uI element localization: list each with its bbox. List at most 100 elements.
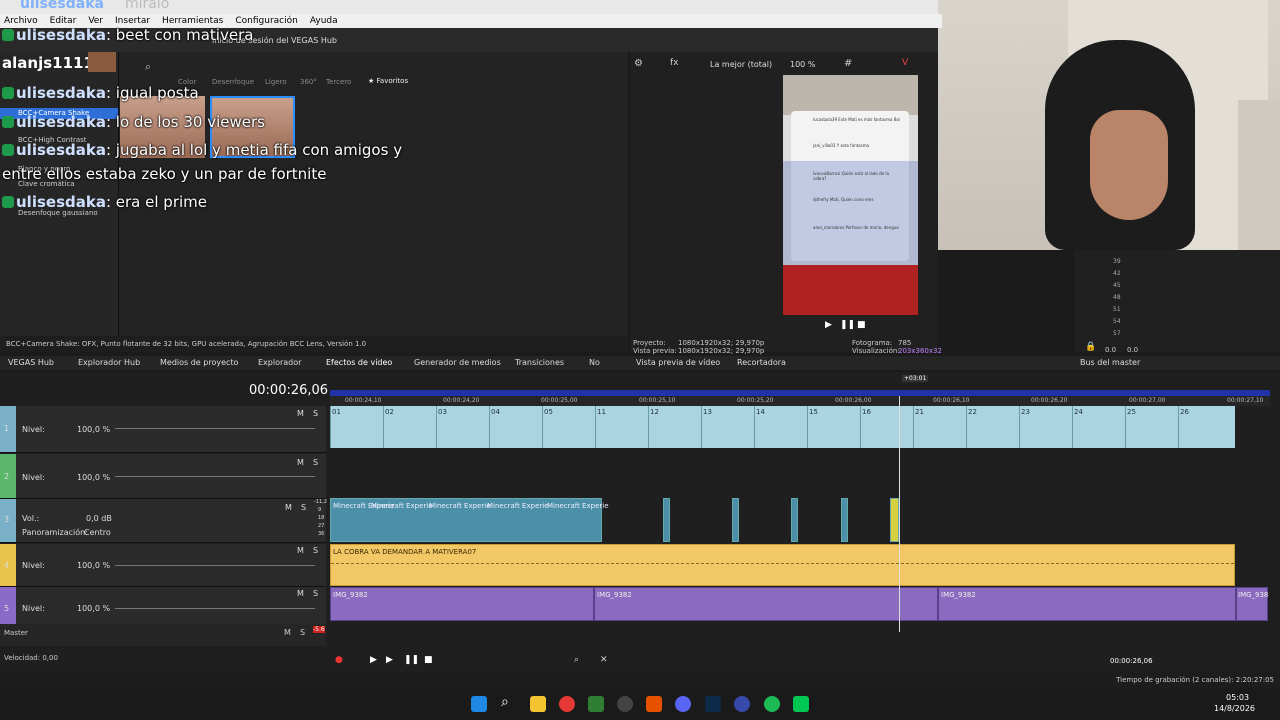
windows-start-icon[interactable]	[471, 696, 487, 712]
audio-clip-small[interactable]	[663, 498, 670, 542]
video-clip-img[interactable]: IMG_9382	[594, 587, 938, 621]
menu-herramientas[interactable]: Herramientas	[162, 16, 223, 26]
menu-insertar[interactable]: Insertar	[115, 16, 150, 26]
discord-icon[interactable]	[675, 696, 691, 712]
tab-recortadora[interactable]: Recortadora	[737, 358, 786, 367]
tab-vegas-hub[interactable]: VEGAS Hub	[8, 358, 54, 367]
play-icon[interactable]: ▶	[825, 320, 832, 330]
chat-line-4: ulisesdaka: lo de los 30 viewers	[2, 113, 265, 131]
tab-favoritos-label: Favoritos	[376, 77, 409, 85]
fx-icon[interactable]: fx	[670, 58, 679, 68]
quality-select[interactable]: La mejor (total)	[710, 60, 772, 69]
video-clip-img[interactable]: IMG_938	[1236, 587, 1268, 621]
pause-icon[interactable]: ❚❚	[840, 320, 855, 330]
solo-button[interactable]: S	[313, 409, 318, 418]
audio-clip-selected[interactable]	[890, 498, 899, 542]
mute-button[interactable]: M	[297, 589, 304, 598]
stop-icon[interactable]: ■	[857, 320, 866, 330]
menu-editar[interactable]: Editar	[50, 16, 77, 26]
track-header-2[interactable]: 2 Nivel: 100,0 % M S	[0, 454, 326, 499]
tab-medios-proyecto[interactable]: Medios de proyecto	[160, 358, 238, 367]
audio-clip-group[interactable]: Minecraft Experie Minecraft Experie Mine…	[330, 498, 609, 542]
track-header-3[interactable]: 3 Vol.: 0,0 dB Panoramización: Centro M …	[0, 499, 327, 543]
track-number: 4	[4, 561, 10, 570]
mute-button[interactable]: M	[297, 458, 304, 467]
solo-button[interactable]: S	[301, 503, 306, 512]
track-level-value: 100,0 %	[77, 604, 111, 613]
tab-efectos-video[interactable]: Efectos de vídeo	[326, 358, 392, 367]
level-slider[interactable]	[115, 428, 315, 429]
tab-bus-master[interactable]: Bus del master	[1080, 358, 1140, 367]
tab-no[interactable]: No	[589, 358, 600, 367]
play-button[interactable]: ▶	[370, 655, 377, 665]
menu-configuracion[interactable]: Configuración	[235, 16, 297, 26]
ruler-label: 00:00:26,10	[933, 397, 970, 404]
app-icon[interactable]	[646, 696, 662, 712]
pause-button[interactable]: ❚❚	[404, 655, 419, 665]
play-from-start-icon[interactable]: ▶	[386, 655, 393, 665]
track-header-4[interactable]: 4 Nivel: 100,0 % M S	[0, 544, 326, 587]
stop-button[interactable]: ■	[424, 655, 433, 665]
grid-icon[interactable]: #	[844, 58, 852, 69]
audio-clip-label: Minecraft Experie	[547, 502, 609, 510]
time-ruler[interactable]: 00:00:24,10 00:00:24,20 00:00:25,00 00:00:2…	[330, 396, 1270, 406]
tab-explorador-hub[interactable]: Explorador Hub	[78, 358, 140, 367]
docking-tabs: VEGAS Hub Explorador Hub Medios de proye…	[0, 356, 1280, 370]
menu-ver[interactable]: Ver	[88, 16, 103, 26]
menu-archivo[interactable]: Archivo	[4, 16, 38, 26]
solo-button[interactable]: S	[313, 458, 318, 467]
tab-desenfoque[interactable]: Desenfoque	[212, 78, 254, 86]
tab-favoritos[interactable]: ★ Favoritos	[368, 77, 408, 85]
xbox-icon[interactable]	[588, 696, 604, 712]
tab-transiciones[interactable]: Transiciones	[515, 358, 564, 367]
vegas-icon[interactable]: V	[902, 58, 908, 68]
level-slider[interactable]	[115, 565, 315, 566]
clip-divider	[436, 406, 437, 448]
vegas-icon[interactable]	[734, 696, 750, 712]
record-icon[interactable]: ●	[335, 655, 343, 665]
tab-ligero[interactable]: Ligero	[265, 78, 287, 86]
text-clip[interactable]: LA COBRA VA DEMANDAR A MATIVERA07	[330, 544, 1235, 586]
zoom-icon[interactable]: ⌕	[574, 655, 579, 665]
timeline: 00:00:26,06 +03:01 00:00:24,10 00:00:24,2…	[0, 372, 1280, 672]
spotify-icon[interactable]	[764, 696, 780, 712]
video-clip-img[interactable]: IMG_9382	[938, 587, 1236, 621]
photoshop-icon[interactable]	[705, 696, 721, 712]
master-mute-button[interactable]: M	[284, 628, 291, 637]
master-solo-button[interactable]: S	[300, 628, 305, 637]
lock-icon[interactable]: 🔒	[1085, 342, 1096, 352]
mute-button[interactable]: M	[297, 546, 304, 555]
audio-clip-small[interactable]	[791, 498, 798, 542]
tab-explorador[interactable]: Explorador	[258, 358, 301, 367]
track-header-1[interactable]: 1 Nivel: 100,0 % M S	[0, 406, 326, 453]
tab-tercero[interactable]: Tercero	[326, 78, 351, 86]
tab-vista-previa[interactable]: Vista previa de vídeo	[636, 358, 720, 367]
settings-icon[interactable]: ⚙	[634, 58, 643, 69]
visualizacion-label: Visualización:	[852, 347, 900, 355]
search-icon[interactable]: ⌕	[145, 60, 151, 74]
settings-icon[interactable]	[617, 696, 633, 712]
video-clip-img[interactable]: IMG_9382	[330, 587, 594, 621]
badge-icon	[2, 116, 14, 128]
chrome-icon[interactable]	[559, 696, 575, 712]
level-slider[interactable]	[115, 608, 315, 609]
audio-clip-small[interactable]	[732, 498, 739, 542]
time-marker: +03:01	[902, 375, 929, 382]
mute-button[interactable]: M	[285, 503, 292, 512]
file-explorer-icon[interactable]	[530, 696, 546, 712]
solo-button[interactable]: S	[313, 546, 318, 555]
audio-clip-small[interactable]	[841, 498, 848, 542]
menu-ayuda[interactable]: Ayuda	[310, 16, 338, 26]
kick-icon[interactable]	[793, 696, 809, 712]
mute-button[interactable]: M	[297, 409, 304, 418]
video-track-1[interactable]: 01 02 03 04 05 11 12 13 14 15 16 21 22 23 24 25 26	[330, 406, 1235, 448]
master-row: Master M S -5.6	[0, 624, 326, 646]
search-icon[interactable]: ⌕	[501, 694, 509, 710]
solo-button[interactable]: S	[313, 589, 318, 598]
tab-360[interactable]: 360°	[300, 78, 317, 86]
playhead-cursor[interactable]	[899, 396, 900, 632]
close-icon[interactable]: ✕	[600, 655, 608, 665]
tab-generador-medios[interactable]: Generador de medios	[414, 358, 501, 367]
level-slider[interactable]	[115, 476, 315, 477]
zoom-select[interactable]: 100 %	[790, 60, 815, 69]
